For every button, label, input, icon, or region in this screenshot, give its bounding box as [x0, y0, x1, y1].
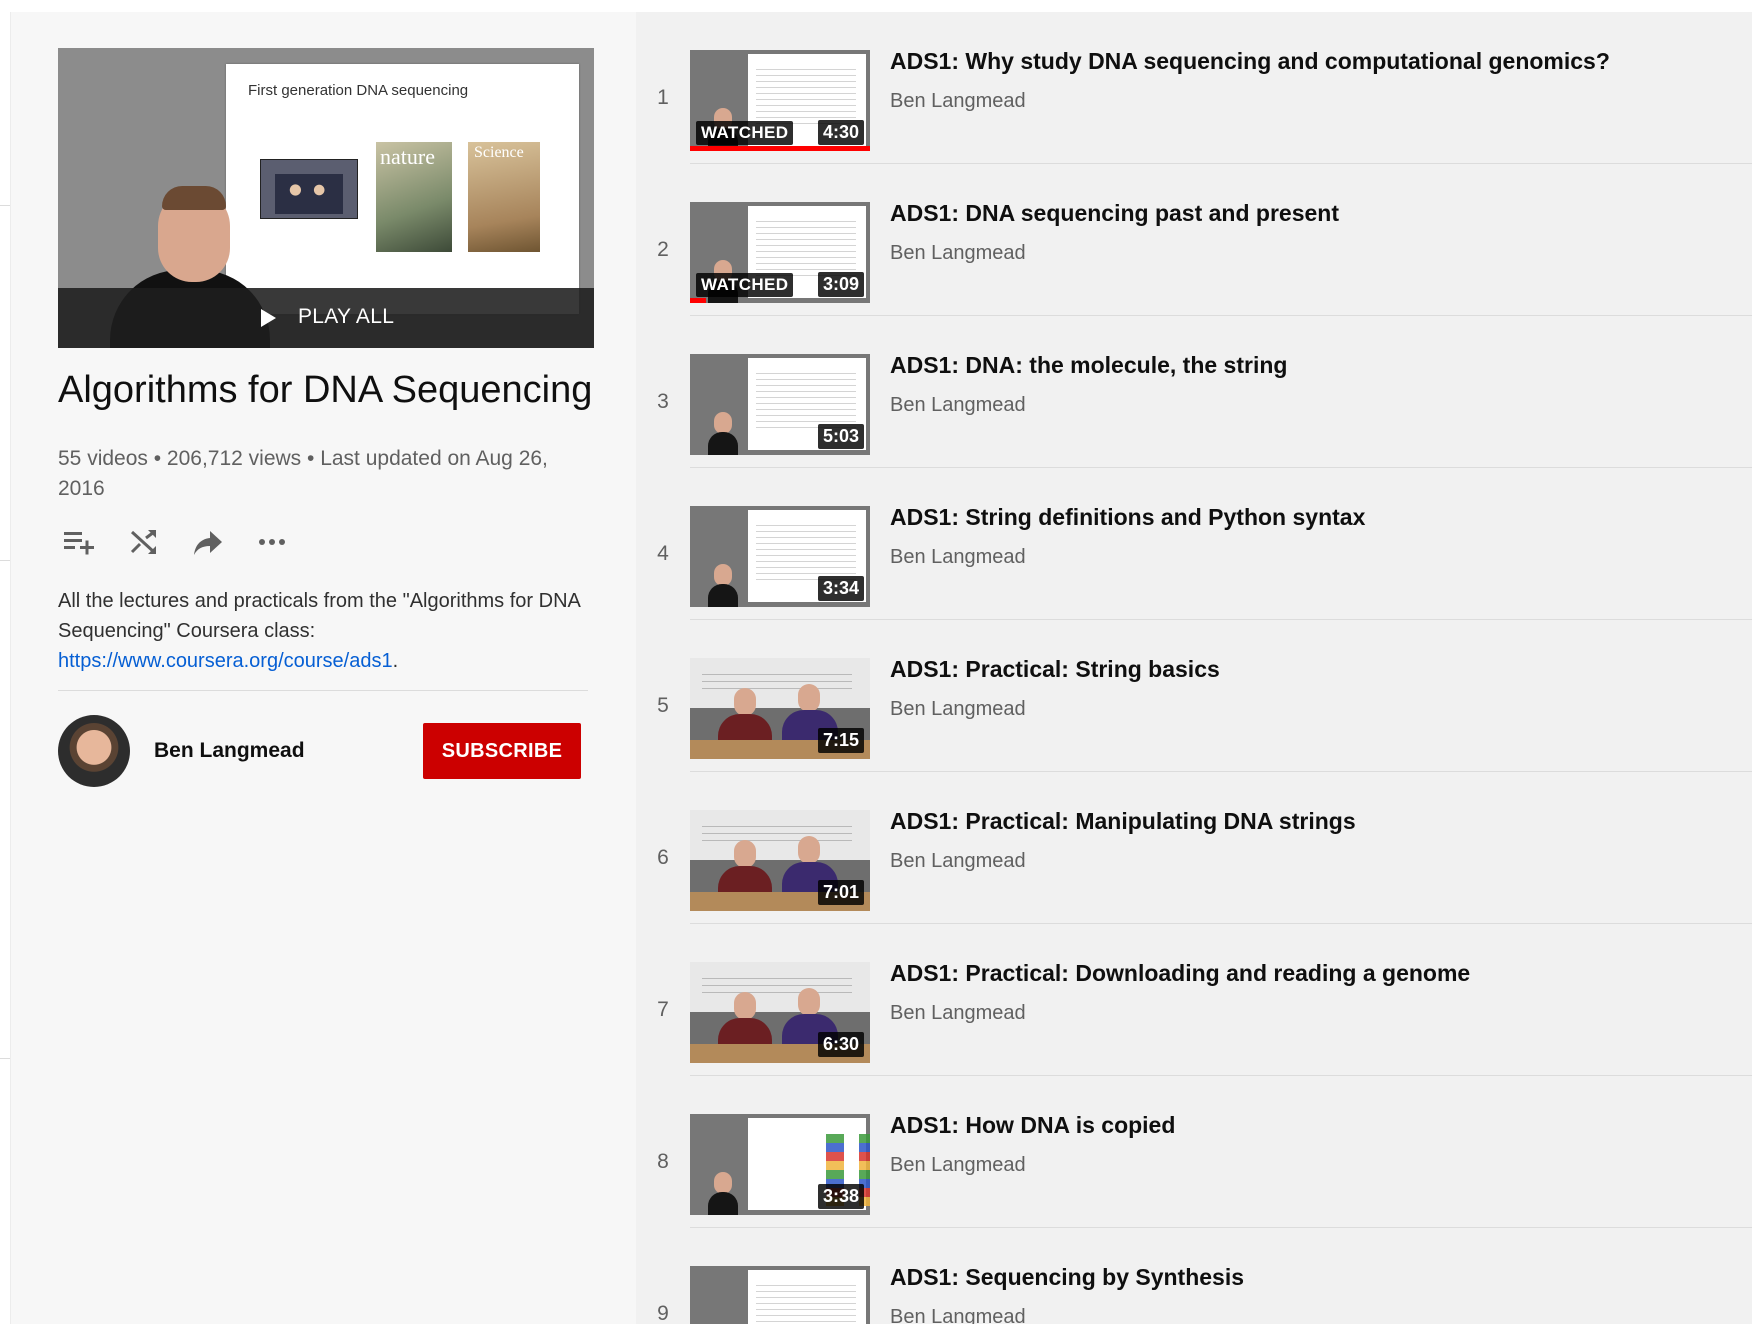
left-edge — [0, 0, 11, 1324]
playlist-video-item[interactable]: 4 3:34 ADS1: String definitions and Python… — [636, 468, 1752, 620]
duration-badge: 5:03 — [817, 424, 864, 449]
video-thumbnail[interactable]: 5:03 — [690, 354, 870, 455]
video-index: 5 — [657, 694, 669, 717]
divider — [58, 690, 588, 691]
description-link[interactable]: https://www.coursera.org/course/ads1 — [58, 650, 393, 672]
video-title[interactable]: ADS1: Practical: String basics — [890, 656, 1220, 683]
edge-tick — [0, 560, 10, 561]
video-thumbnail[interactable]: 3:38 — [690, 1114, 870, 1215]
duration-badge: 3:34 — [817, 576, 864, 601]
video-channel[interactable]: Ben Langmead — [890, 1002, 1026, 1025]
video-thumbnail[interactable]: 7:01 — [690, 810, 870, 911]
hero-magazine-cover: nature — [376, 142, 452, 252]
video-channel[interactable]: Ben Langmead — [890, 698, 1026, 721]
video-title[interactable]: ADS1: DNA sequencing past and present — [890, 200, 1339, 227]
owner-channel-name[interactable]: Ben Langmead — [154, 739, 305, 763]
video-channel[interactable]: Ben Langmead — [890, 242, 1026, 265]
video-index: 7 — [657, 998, 669, 1021]
top-gap — [10, 0, 1752, 12]
video-thumbnail[interactable] — [690, 1266, 870, 1324]
subscribe-button[interactable]: SUBSCRIBE — [423, 723, 581, 779]
shuffle-icon[interactable] — [124, 522, 164, 562]
playlist-video-item[interactable]: 2 3:09 WATCHED ADS1: DNA sequencing past an… — [636, 164, 1752, 316]
playlist-video-item[interactable]: 6 7:01 ADS1: Practical: Manipulating DNA s… — [636, 772, 1752, 924]
playlist-video-list: 1 4:30 WATCHED ADS1: Why study DNA sequenci… — [636, 12, 1752, 1324]
playlist-description: All the lectures and practicals from the… — [58, 586, 588, 676]
video-title[interactable]: ADS1: Practical: Downloading and reading… — [890, 960, 1470, 987]
playlist-thumbnail[interactable]: First generation DNA sequencing nature S… — [58, 48, 594, 348]
add-to-queue-icon[interactable] — [58, 522, 98, 562]
watched-badge: WATCHED — [696, 273, 794, 297]
video-channel[interactable]: Ben Langmead — [890, 1154, 1026, 1177]
playlist-title: Algorithms for DNA Sequencing — [58, 369, 593, 411]
watch-progress-bar — [690, 298, 707, 303]
video-thumbnail[interactable]: 3:09 WATCHED — [690, 202, 870, 303]
video-thumbnail[interactable]: 6:30 — [690, 962, 870, 1063]
hero-magazine-cover: Science — [468, 142, 540, 252]
video-index: 6 — [657, 846, 669, 869]
video-thumbnail[interactable]: 4:30 WATCHED — [690, 50, 870, 151]
video-title[interactable]: ADS1: String definitions and Python synt… — [890, 504, 1365, 531]
video-index: 9 — [657, 1302, 669, 1324]
duration-badge: 3:09 — [817, 272, 864, 297]
edge-tick — [0, 205, 10, 206]
video-thumbnail[interactable]: 7:15 — [690, 658, 870, 759]
playlist-video-item[interactable]: 9 ADS1: Sequencing by Synthesis Ben Langme… — [636, 1228, 1752, 1324]
hero-magazine-masthead: nature — [380, 144, 435, 169]
video-title[interactable]: ADS1: How DNA is copied — [890, 1112, 1175, 1139]
play-icon — [261, 309, 276, 327]
play-all-button[interactable]: PLAY ALL — [58, 288, 594, 348]
more-icon[interactable] — [252, 522, 292, 562]
duration-badge: 7:01 — [817, 880, 864, 905]
playlist-video-item[interactable]: 7 6:30 ADS1: Practical: Downloading and re… — [636, 924, 1752, 1076]
video-title[interactable]: ADS1: DNA: the molecule, the string — [890, 352, 1287, 379]
duration-badge: 7:15 — [817, 728, 864, 753]
video-title[interactable]: ADS1: Practical: Manipulating DNA string… — [890, 808, 1356, 835]
video-title[interactable]: ADS1: Sequencing by Synthesis — [890, 1264, 1244, 1291]
video-index: 2 — [657, 238, 669, 261]
duration-badge: 4:30 — [817, 120, 864, 145]
video-index: 3 — [657, 390, 669, 413]
share-icon[interactable] — [188, 522, 228, 562]
watched-badge: WATCHED — [696, 121, 794, 145]
video-channel[interactable]: Ben Langmead — [890, 850, 1026, 873]
duration-badge: 6:30 — [817, 1032, 864, 1057]
video-index: 4 — [657, 542, 669, 565]
playlist-sidebar: First generation DNA sequencing nature S… — [11, 12, 636, 1324]
video-index: 8 — [657, 1150, 669, 1173]
hero-slide-title: First generation DNA sequencing — [248, 82, 469, 99]
video-index: 1 — [657, 86, 669, 109]
playlist-video-item[interactable]: 8 3:38 ADS1: How DNA is copied Ben Langmead — [636, 1076, 1752, 1228]
video-thumbnail[interactable]: 3:34 — [690, 506, 870, 607]
duration-badge: 3:38 — [817, 1184, 864, 1209]
description-text: All the lectures and practicals from the… — [58, 590, 580, 642]
description-end: . — [392, 650, 399, 672]
edge-tick — [0, 1058, 10, 1059]
watch-progress-bar — [690, 146, 870, 151]
play-all-label: PLAY ALL — [298, 305, 395, 328]
playlist-video-item[interactable]: 1 4:30 WATCHED ADS1: Why study DNA sequenci… — [636, 12, 1752, 164]
avatar[interactable] — [58, 715, 130, 787]
video-channel[interactable]: Ben Langmead — [890, 546, 1026, 569]
video-channel[interactable]: Ben Langmead — [890, 394, 1026, 417]
playlist-video-item[interactable]: 3 5:03 ADS1: DNA: the molecule, the string… — [636, 316, 1752, 468]
video-title[interactable]: ADS1: Why study DNA sequencing and compu… — [890, 48, 1610, 75]
hero-magazine-masthead: Science — [474, 144, 524, 161]
playlist-stats: 55 videos • 206,712 views • Last updated… — [58, 447, 548, 500]
video-channel[interactable]: Ben Langmead — [890, 90, 1026, 113]
video-channel[interactable]: Ben Langmead — [890, 1306, 1026, 1324]
playlist-video-item[interactable]: 5 7:15 ADS1: Practical: String basics Ben L… — [636, 620, 1752, 772]
